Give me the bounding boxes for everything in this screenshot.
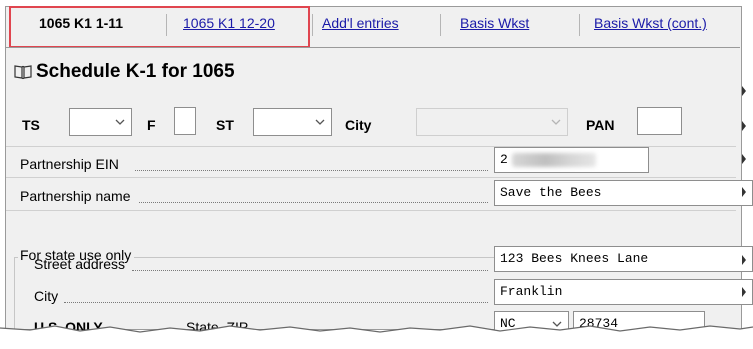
leader-dots (132, 270, 488, 271)
partnership-name-field[interactable]: Save the Bees (494, 180, 753, 206)
edge-mark (742, 86, 746, 96)
row-divider (6, 210, 736, 211)
pan-field[interactable] (637, 107, 682, 135)
partnership-ein-field[interactable]: 2 (494, 147, 649, 173)
ts-label: TS (22, 117, 40, 133)
ts-dropdown[interactable] (69, 108, 132, 136)
chevron-down-icon (551, 119, 561, 125)
tab-basis-wkst-cont[interactable]: Basis Wkst (cont.) (594, 8, 707, 38)
edge-mark (742, 121, 746, 131)
tabs-divider (5, 47, 740, 48)
leader-dots (64, 302, 488, 303)
f-label: F (147, 117, 156, 133)
chevron-down-icon (115, 119, 125, 125)
book-icon (14, 65, 32, 80)
st-dropdown[interactable] (253, 108, 332, 136)
tab-basis-wkst[interactable]: Basis Wkst (460, 8, 529, 38)
st-label: ST (216, 117, 234, 133)
leader-dots (139, 202, 488, 203)
leader-dots (135, 170, 488, 171)
city-row-label: City (34, 288, 59, 304)
chevron-down-icon (315, 119, 325, 125)
torn-edge (0, 325, 753, 349)
edge-mark (742, 255, 746, 265)
partnership-name-label: Partnership name (20, 188, 131, 204)
tab-highlight-box (9, 6, 310, 48)
edge-mark (742, 287, 746, 297)
edge-mark (742, 154, 746, 164)
city-field[interactable]: Franklin (494, 279, 753, 305)
screenshot-frame: 1065 K1 1-11 1065 K1 12-20 Add'l entries… (0, 0, 753, 349)
f-field[interactable] (174, 107, 196, 135)
tab-separator (579, 14, 580, 36)
street-address-field[interactable]: 123 Bees Knees Lane (494, 246, 753, 272)
pan-label: PAN (586, 117, 615, 133)
tab-separator (440, 14, 441, 36)
edge-mark (742, 187, 746, 197)
city-label: City (345, 117, 372, 133)
tab-addl-entries[interactable]: Add'l entries (322, 8, 399, 38)
partnership-ein-value: 2 (500, 152, 508, 167)
redacted-blur (511, 152, 596, 167)
form-title: Schedule K-1 for 1065 (36, 61, 235, 82)
row-divider (6, 177, 736, 178)
partnership-ein-label: Partnership EIN (20, 156, 119, 172)
city-dropdown[interactable] (416, 108, 568, 136)
street-address-label: Street address (34, 256, 126, 272)
tab-separator (312, 14, 313, 36)
